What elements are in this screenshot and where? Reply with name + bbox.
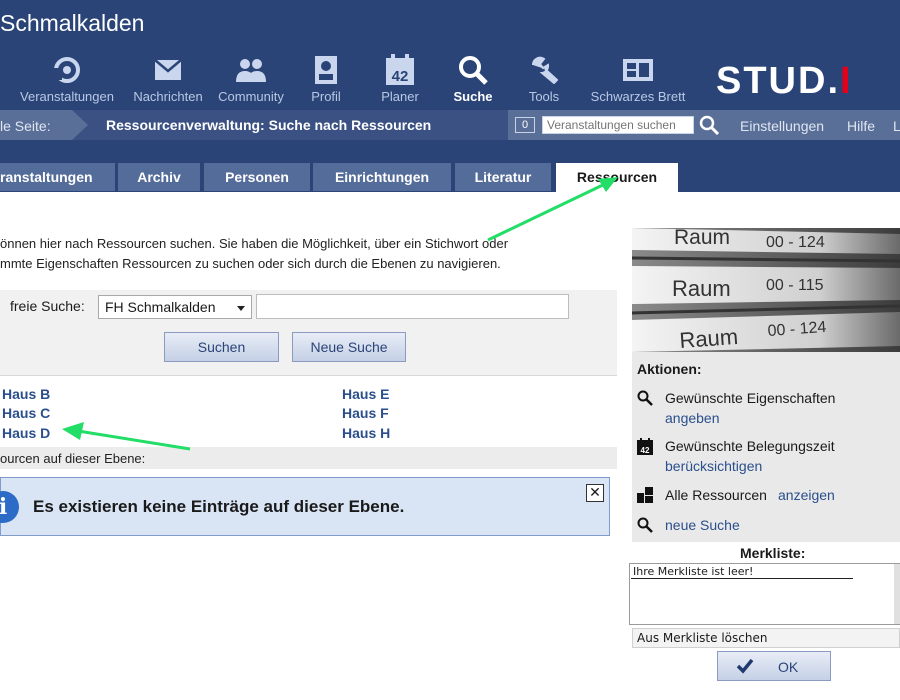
action-link-angeben[interactable]: angeben bbox=[665, 408, 720, 428]
house-link-f[interactable]: Haus F bbox=[342, 405, 389, 421]
level-resources-label: ourcen auf dieser Ebene: bbox=[0, 451, 146, 466]
tab-ressourcen[interactable]: Ressourcen bbox=[556, 163, 678, 192]
main-nav: Veranstaltungen Nachrichten Community Pr… bbox=[8, 54, 694, 104]
calendar-icon: 42 bbox=[385, 54, 415, 86]
logo-text: STUD. bbox=[716, 60, 840, 102]
header: Schmalkalden Veranstaltungen Nachrichten… bbox=[0, 0, 900, 110]
scope-select[interactable]: FH Schmalkalden bbox=[98, 295, 252, 319]
actions-title: Aktionen: bbox=[637, 361, 702, 377]
action-text: Alle Ressourcen bbox=[665, 487, 767, 503]
svg-text:Raum: Raum bbox=[679, 324, 739, 352]
search-input[interactable] bbox=[256, 294, 569, 319]
studip-logo[interactable]: STUD.I bbox=[716, 60, 853, 103]
calendar-icon: 42 bbox=[637, 438, 653, 460]
merkliste-divider bbox=[631, 578, 853, 579]
mail-icon bbox=[154, 54, 182, 86]
scope-select-value: FH Schmalkalden bbox=[105, 299, 216, 315]
info-message-text: Es existieren keine Einträge auf dieser … bbox=[33, 497, 405, 516]
svg-text:42: 42 bbox=[641, 446, 650, 455]
breadcrumb-arrow bbox=[72, 110, 88, 140]
ok-button[interactable]: OK bbox=[717, 651, 831, 681]
info-icon: i bbox=[0, 491, 19, 523]
nav-planer[interactable]: 42 Planer bbox=[360, 54, 440, 104]
tab-personen[interactable]: Personen bbox=[204, 163, 310, 191]
house-link-b[interactable]: Haus B bbox=[2, 386, 50, 402]
nav-label: Profil bbox=[311, 89, 341, 104]
nav-label: Nachrichten bbox=[133, 89, 203, 104]
quick-search-input[interactable] bbox=[542, 116, 694, 134]
nav-label: Suche bbox=[453, 89, 493, 104]
sidebar-room-image: Raum 00 - 124 Raum 00 - 115 Raum 00 - 12… bbox=[632, 228, 900, 352]
tab-archiv[interactable]: Archiv bbox=[118, 163, 200, 191]
site-title: Schmalkalden bbox=[0, 10, 145, 36]
svg-text:42: 42 bbox=[392, 68, 409, 85]
nav-tools[interactable]: Tools bbox=[506, 54, 582, 104]
free-search-label: freie Suche: bbox=[10, 298, 85, 314]
nav-veranstaltungen[interactable]: Veranstaltungen bbox=[8, 54, 126, 104]
intro-text: önnen hier nach Ressourcen suchen. Sie h… bbox=[0, 234, 600, 274]
svg-text:Raum: Raum bbox=[672, 276, 731, 301]
nav-profil[interactable]: Profil bbox=[292, 54, 360, 104]
svg-text:00 - 115: 00 - 115 bbox=[766, 277, 824, 294]
action-link-neue-suche[interactable]: neue Suche bbox=[665, 515, 740, 535]
quick-search-icon[interactable] bbox=[698, 114, 720, 141]
profile-icon bbox=[314, 54, 338, 86]
board-icon bbox=[622, 54, 654, 86]
merkliste-empty-text: Ihre Merkliste ist leer! bbox=[633, 565, 754, 578]
ok-label: OK bbox=[778, 659, 799, 675]
community-icon bbox=[234, 54, 268, 86]
tab-einrichtungen[interactable]: Einrichtungen bbox=[313, 163, 451, 191]
nav-suche[interactable]: Suche bbox=[440, 54, 506, 104]
nav-community[interactable]: Community bbox=[210, 54, 292, 104]
search-button[interactable]: Suchen bbox=[164, 332, 279, 362]
merkliste-title: Merkliste: bbox=[740, 545, 806, 561]
merkliste-delete-option[interactable]: Aus Merkliste löschen bbox=[632, 628, 900, 648]
house-link-e[interactable]: Haus E bbox=[342, 386, 389, 402]
intro-line: mmte Eigenschaften Ressourcen zu suchen … bbox=[0, 256, 501, 271]
annotation-arrow-house bbox=[62, 422, 191, 451]
settings-link[interactable]: Einstellungen bbox=[740, 118, 824, 134]
search-icon bbox=[458, 54, 488, 86]
info-message-box: i Es existieren keine Einträge auf diese… bbox=[0, 477, 610, 536]
intro-line: önnen hier nach Ressourcen suchen. Sie h… bbox=[0, 236, 509, 251]
breadcrumb-page-title: Ressourcenverwaltung: Suche nach Ressour… bbox=[106, 117, 432, 133]
close-icon[interactable]: ✕ bbox=[586, 484, 604, 502]
nav-nachrichten[interactable]: Nachrichten bbox=[126, 54, 210, 104]
notification-count[interactable]: 0 bbox=[515, 117, 535, 133]
tab-veranstaltungen[interactable]: ranstaltungen bbox=[0, 163, 115, 191]
nav-label: Community bbox=[218, 89, 284, 104]
help-link[interactable]: Hilfe bbox=[847, 118, 875, 134]
level-resources-bar: ourcen auf dieser Ebene: bbox=[0, 447, 617, 469]
action-link-beruecksichtigen[interactable]: berücksichtigen bbox=[665, 456, 762, 476]
seminar-icon bbox=[51, 54, 83, 86]
house-link-h[interactable]: Haus H bbox=[342, 425, 390, 441]
svg-text:Raum: Raum bbox=[674, 228, 730, 249]
nav-label: Veranstaltungen bbox=[20, 89, 114, 104]
house-link-d[interactable]: Haus D bbox=[2, 425, 50, 441]
wrench-icon bbox=[530, 54, 558, 86]
breadcrumb-page: Ressourcenverwaltung: Suche nach Ressour… bbox=[72, 110, 508, 140]
action-text: Gewünschte Eigenschaften bbox=[665, 390, 836, 406]
nav-schwarzes-brett[interactable]: Schwarzes Brett bbox=[582, 54, 694, 104]
merkliste-scrollbar[interactable] bbox=[894, 564, 900, 624]
svg-text:00 - 124: 00 - 124 bbox=[766, 234, 825, 251]
chevron-down-icon bbox=[237, 306, 245, 311]
more-link[interactable]: L bbox=[893, 118, 900, 134]
nav-label: Schwarzes Brett bbox=[590, 89, 686, 104]
resources-icon bbox=[637, 487, 653, 508]
search-icon bbox=[637, 517, 653, 538]
action-link-anzeigen[interactable]: anzeigen bbox=[778, 485, 835, 505]
search-icon bbox=[637, 390, 653, 411]
action-text: Gewünschte Belegungszeit bbox=[665, 438, 835, 454]
tab-literatur[interactable]: Literatur bbox=[455, 163, 551, 191]
checkmark-icon bbox=[736, 658, 754, 677]
nav-label: Tools bbox=[528, 89, 560, 104]
logo-accent: I bbox=[840, 60, 853, 102]
breadcrumb-label: le Seite: bbox=[0, 118, 51, 134]
house-link-c[interactable]: Haus C bbox=[2, 405, 50, 421]
nav-label: Planer bbox=[381, 89, 419, 104]
new-search-button[interactable]: Neue Suche bbox=[292, 332, 406, 362]
